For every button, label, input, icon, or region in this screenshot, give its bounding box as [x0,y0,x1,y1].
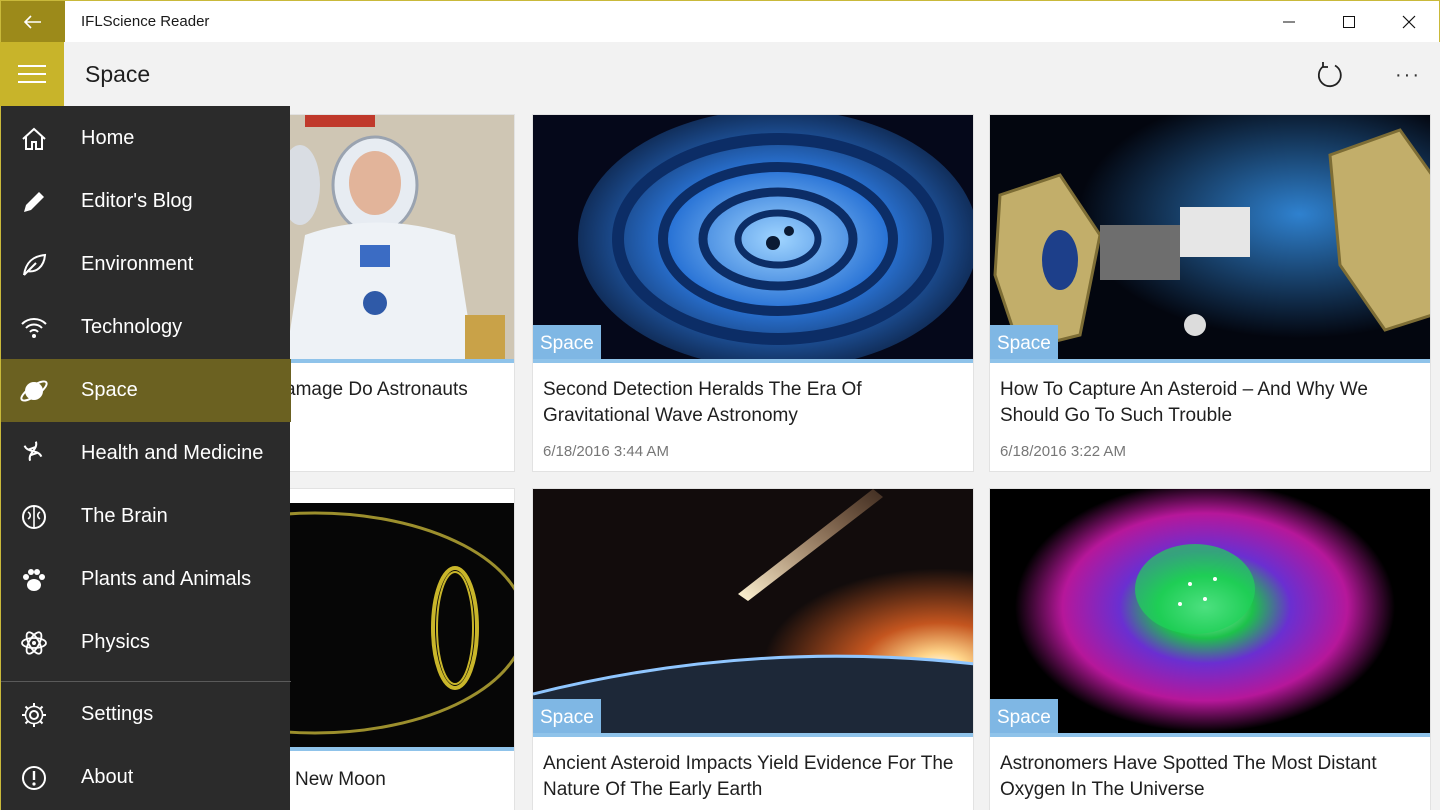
article-card[interactable]: Space How To Capture An Asteroid – And W… [989,114,1431,472]
dna-icon [19,439,49,469]
card-title: amage Do Astronauts [285,379,468,400]
article-card[interactable]: Space Astronomers Have Spotted The Most … [989,488,1431,810]
info-icon [19,763,49,793]
navigation-drawer: Home Editor's Blog Environment Technolog… [0,106,291,810]
minimize-button[interactable] [1259,1,1319,43]
nav-item-technology[interactable]: Technology [1,296,291,359]
article-card[interactable]: Space Ancient Asteroid Impacts Yield Evi… [532,488,974,810]
refresh-button[interactable] [1306,54,1354,96]
hamburger-menu-button[interactable] [0,42,64,106]
card-image-gravitational-wave: Space [533,115,973,363]
pencil-icon [19,187,49,217]
card-title: New Moon [295,769,386,790]
card-title: Second Detection Heralds The Era Of Grav… [543,379,862,426]
planet-icon [19,376,49,406]
nav-item-plants-and-animals[interactable]: Plants and Animals [1,548,291,611]
close-icon [1402,15,1416,29]
leaf-icon [19,250,49,280]
card-image-asteroid-spacecraft: Space [990,115,1430,363]
paw-icon [19,565,49,595]
card-date: 6/18/2016 3:44 AM [543,443,669,460]
article-card[interactable]: Space Second Detection Heralds The Era O… [532,114,974,472]
nav-item-about[interactable]: About [1,746,291,809]
card-image-meteor: Space [533,489,973,737]
card-title: How To Capture An Asteroid – And Why We … [1000,379,1368,426]
card-image-distant-galaxy: Space [990,489,1430,737]
nav-item-editors-blog[interactable]: Editor's Blog [1,170,291,233]
arrow-left-icon [24,15,41,29]
maximize-button[interactable] [1319,1,1379,43]
nav-item-environment[interactable]: Environment [1,233,291,296]
window-titlebar: IFLScience Reader [0,0,1440,43]
card-date: 6/18/2016 3:22 AM [1000,443,1126,460]
category-tag: Space [533,699,601,733]
nav-item-space[interactable]: Space [1,359,291,422]
nav-item-health-and-medicine[interactable]: Health and Medicine [1,422,291,485]
card-title: Ancient Asteroid Impacts Yield Evidence … [543,753,954,800]
hamburger-icon [18,65,46,83]
page-header: Space ··· [0,42,1440,106]
category-tag: Space [990,325,1058,359]
atom-icon [19,628,49,658]
nav-divider [1,681,291,682]
wifi-icon [19,313,49,343]
nav-item-the-brain[interactable]: The Brain [1,485,291,548]
category-tag: Space [990,699,1058,733]
app-title: IFLScience Reader [81,13,210,30]
more-options-button[interactable]: ··· [1386,54,1430,96]
nav-item-settings[interactable]: Settings [1,683,291,746]
nav-item-physics[interactable]: Physics [1,611,291,674]
back-button[interactable] [1,1,65,43]
category-tag: Space [533,325,601,359]
refresh-icon [1317,62,1342,88]
maximize-icon [1343,16,1355,28]
more-icon: ··· [1395,63,1421,86]
gear-icon [19,700,49,730]
close-button[interactable] [1379,1,1439,43]
home-icon [19,124,49,154]
page-title: Space [85,61,151,87]
card-title: Astronomers Have Spotted The Most Distan… [1000,753,1377,800]
minimize-icon [1283,21,1295,23]
nav-item-home[interactable]: Home [1,107,291,170]
brain-icon [19,502,49,532]
